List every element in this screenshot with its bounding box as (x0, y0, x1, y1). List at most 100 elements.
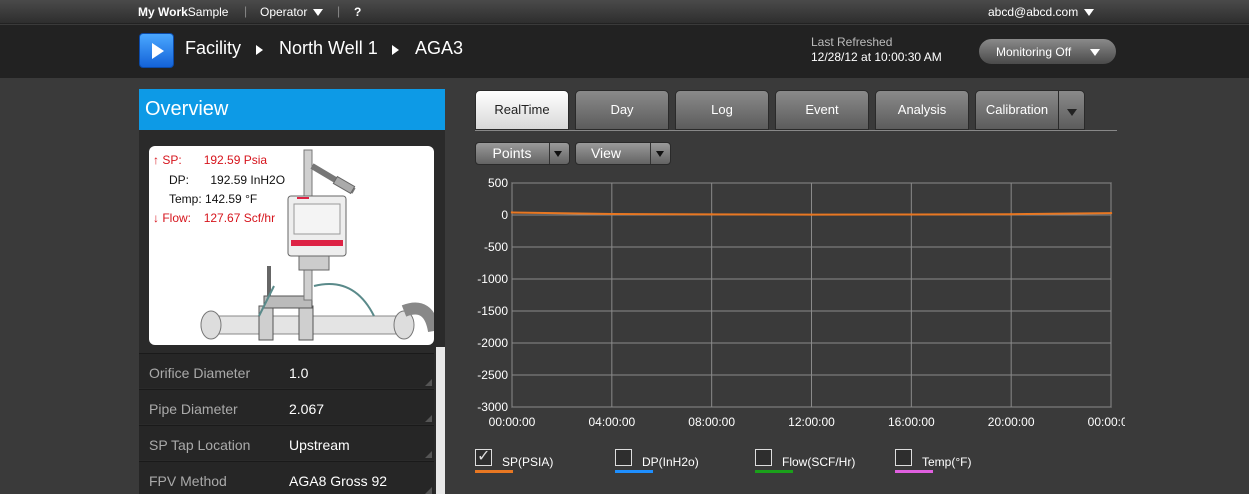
y-tick-label: -1000 (477, 272, 508, 286)
role-menu[interactable]: Operator (260, 5, 324, 19)
dropdown-divider (549, 143, 550, 164)
checkmark-icon: ✓ (477, 448, 491, 465)
reading-temp: Temp: 142.59 °F (169, 192, 257, 206)
help-link[interactable]: ? (354, 5, 361, 19)
x-tick-label: 00:00:00 (489, 415, 536, 429)
legend-checkbox[interactable] (615, 449, 632, 466)
x-tick-label: 04:00:00 (588, 415, 635, 429)
alarm-low-icon: ↓ (153, 211, 159, 225)
reading-value: 142.59 °F (205, 192, 258, 206)
property-key: Pipe Diameter (149, 401, 238, 417)
reading-sp: ↑ SP: 192.59 Psia (153, 153, 267, 167)
panel-scrollbar[interactable] (436, 347, 445, 494)
user-email: abcd@abcd.com (988, 5, 1079, 19)
expand-corner-icon (425, 451, 432, 458)
y-tick-label: -2000 (477, 336, 508, 350)
tab-calibration[interactable]: Calibration (975, 90, 1059, 130)
property-key: FPV Method (149, 473, 227, 489)
monitoring-label: Monitoring Off (996, 45, 1072, 59)
x-tick-label: 12:00:00 (788, 415, 835, 429)
x-tick-label: 00:00:00 (1088, 415, 1125, 429)
breadcrumb-meter[interactable]: AGA3 (415, 38, 463, 59)
points-label: Points (492, 145, 532, 161)
legend-label: Flow(SCF/Hr) (782, 455, 856, 469)
user-menu[interactable]: abcd@abcd.com (988, 5, 1095, 19)
legend-swatch (895, 470, 933, 473)
y-tick-label: -2500 (477, 368, 508, 382)
tab-event[interactable]: Event (775, 90, 869, 130)
role-label: Operator (260, 5, 308, 19)
y-tick-label: -3000 (477, 400, 508, 414)
view-dropdown[interactable]: View (575, 142, 671, 165)
reading-value: 192.59 Psia (203, 153, 268, 167)
series-point (710, 213, 713, 216)
property-row[interactable]: Orifice Diameter 1.0 (139, 353, 434, 388)
app-brand[interactable]: My WorkSample (138, 5, 228, 19)
legend-label: DP(InH2o) (642, 455, 699, 469)
tab-log[interactable]: Log (675, 90, 769, 130)
reading-value: 127.67 Scf/hr (203, 211, 276, 225)
legend-label: Temp(°F) (922, 455, 972, 469)
brand-bold: My Work (138, 5, 188, 19)
property-value: Upstream (289, 437, 350, 453)
tab-analysis[interactable]: Analysis (875, 90, 969, 130)
legend-label: SP(PSIA) (502, 455, 554, 469)
last-refreshed-label: Last Refreshed (811, 35, 893, 49)
last-refreshed-time: 12/28/12 at 10:00:30 AM (811, 50, 942, 64)
play-icon (152, 43, 164, 59)
legend-checkbox[interactable] (895, 449, 912, 466)
y-tick-label: 500 (488, 176, 508, 190)
x-tick-label: 20:00:00 (988, 415, 1035, 429)
legend-checkbox[interactable] (755, 449, 772, 466)
series-point (1109, 211, 1113, 215)
y-tick-label: -1500 (477, 304, 508, 318)
monitoring-button[interactable]: Monitoring Off (978, 38, 1117, 65)
legend-swatch (755, 470, 793, 473)
tab-realtime[interactable]: RealTime (475, 90, 569, 130)
chevron-down-icon (656, 151, 664, 157)
divider: | (244, 4, 248, 18)
brand-rest: Sample (187, 5, 229, 19)
breadcrumb-arrow-icon (392, 45, 399, 55)
x-tick-label: 16:00:00 (888, 415, 935, 429)
chevron-down-icon (1084, 9, 1095, 17)
series-point (910, 213, 913, 216)
series-point (610, 212, 614, 216)
chevron-down-icon (1090, 49, 1100, 56)
play-button[interactable] (139, 33, 174, 68)
property-row[interactable]: Pipe Diameter 2.067 (139, 389, 434, 424)
divider: | (337, 4, 341, 18)
overview-title: Overview (145, 98, 229, 120)
reading-label: Flow: (162, 211, 192, 225)
legend-swatch (615, 470, 653, 473)
series-point (510, 211, 514, 214)
realtime-chart[interactable]: 5000-500-1000-1500-2000-2500-300000:00:0… (465, 172, 1125, 434)
reading-dp: DP: 192.59 InH2O (169, 173, 285, 187)
reading-value: 192.59 InH2O (210, 173, 286, 187)
overview-header: Overview (139, 89, 445, 130)
reading-label: Temp: (169, 192, 202, 206)
dropdown-divider (650, 143, 651, 164)
chevron-down-icon (554, 151, 562, 157)
page-header: Facility North Well 1 AGA3 Last Refreshe… (0, 25, 1249, 78)
reading-label: SP: (162, 153, 182, 167)
legend-swatch (475, 470, 513, 473)
property-key: Orifice Diameter (149, 365, 251, 381)
points-dropdown[interactable]: Points (475, 142, 570, 165)
tab-day[interactable]: Day (575, 90, 669, 130)
breadcrumb-well[interactable]: North Well 1 (279, 38, 378, 59)
series-point (1009, 213, 1013, 216)
property-row[interactable]: SP Tap Location Upstream (139, 425, 434, 460)
series-point (810, 213, 813, 216)
expand-corner-icon (425, 415, 432, 422)
chevron-down-icon (1067, 109, 1077, 116)
y-tick-label: -500 (484, 240, 508, 254)
expand-corner-icon (425, 487, 432, 494)
alarm-high-icon: ↑ (153, 153, 159, 167)
expand-corner-icon (425, 379, 432, 386)
reading-label: DP: (169, 173, 190, 187)
tabs-more-button[interactable] (1058, 90, 1085, 130)
breadcrumb-facility[interactable]: Facility (185, 38, 241, 59)
property-value: 2.067 (289, 401, 325, 417)
property-row[interactable]: FPV Method AGA8 Gross 92 (139, 461, 434, 494)
